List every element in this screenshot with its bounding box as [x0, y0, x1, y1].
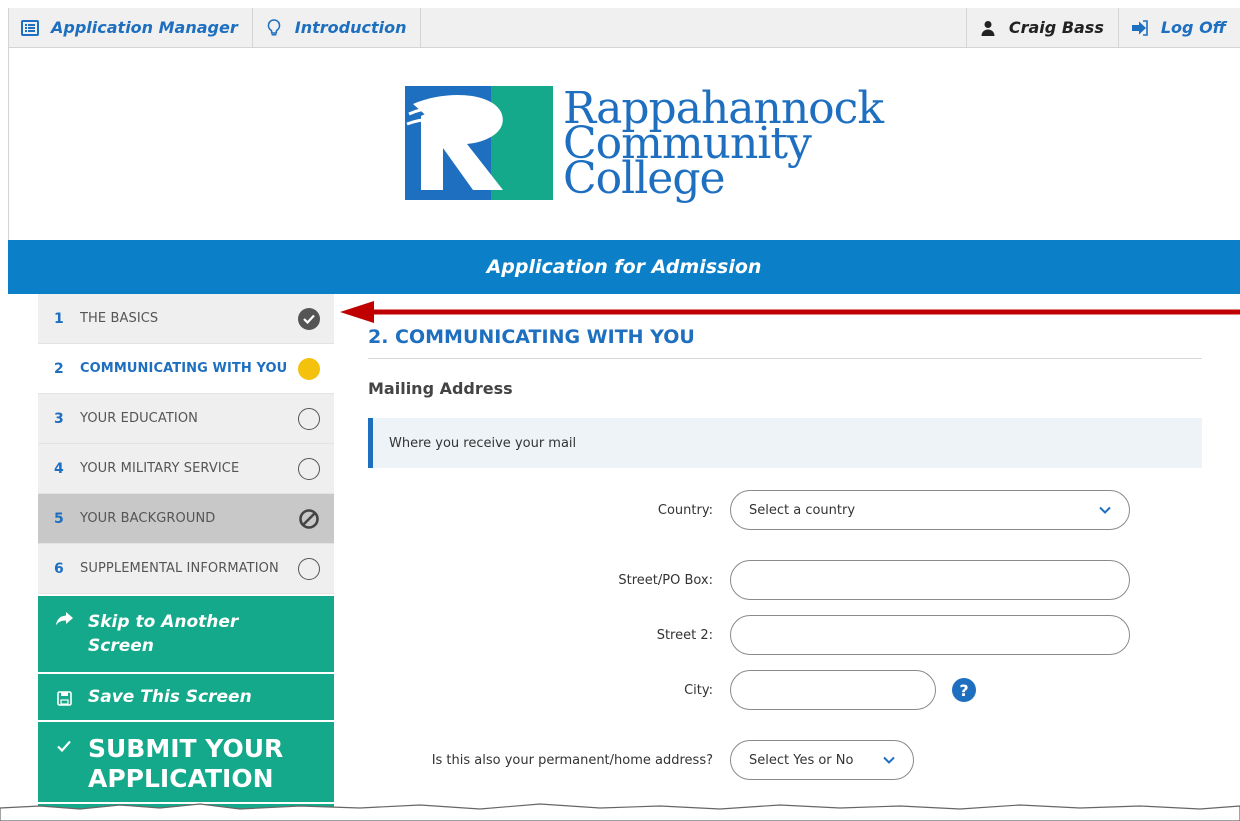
step-number: 1	[54, 310, 64, 327]
empty-circle-icon	[298, 407, 320, 430]
share-arrow-icon	[54, 610, 74, 626]
chevron-down-icon	[1099, 506, 1111, 514]
step-label: Your Education	[80, 411, 198, 426]
not-applicable-icon	[298, 508, 320, 530]
application-manager-label: Application Manager	[51, 18, 238, 37]
topbar-spacer	[421, 7, 967, 48]
submit-application-button[interactable]: Submit Your Application	[38, 720, 334, 802]
step-label: The Basics	[80, 311, 159, 326]
step-supplemental-information[interactable]: 6 Supplemental Information	[38, 544, 334, 594]
submit-label: Submit Your Application	[88, 734, 284, 793]
user-icon	[979, 19, 997, 37]
step-number: 2	[54, 360, 64, 377]
permanent-address-label: Is this also your permanent/home address…	[431, 752, 713, 768]
step-label: Supplemental Information	[80, 561, 279, 576]
street2-input[interactable]	[730, 615, 1130, 655]
top-navigation-bar: Application Manager Introduction Craig B…	[8, 7, 1240, 48]
introduction-link[interactable]: Introduction	[253, 7, 422, 48]
step-number: 5	[54, 510, 64, 527]
street-input[interactable]	[730, 560, 1130, 600]
country-selected-value: Select a country	[749, 502, 856, 518]
info-note-text: Where you receive your mail	[389, 435, 577, 451]
save-label: Save This Screen	[88, 687, 252, 707]
empty-circle-icon	[298, 457, 320, 480]
street2-label: Street 2:	[656, 627, 713, 643]
empty-circle-icon	[298, 557, 320, 580]
floppy-disk-icon	[54, 689, 74, 706]
permanent-address-selected-value: Select Yes or No	[749, 752, 854, 768]
save-this-screen-button[interactable]: Save This Screen	[38, 672, 334, 720]
chevron-down-icon	[883, 756, 895, 764]
college-logo: Rappahannock Community College	[405, 86, 884, 204]
step-your-education[interactable]: 3 Your Education	[38, 394, 334, 444]
country-label: Country:	[657, 502, 713, 518]
help-question-icon[interactable]: ?	[952, 678, 976, 702]
introduction-label: Introduction	[294, 18, 407, 37]
logo-wordmark: Rappahannock Community College	[563, 86, 884, 204]
annotation-arrow-icon	[340, 301, 1240, 323]
step-number: 3	[54, 410, 64, 427]
header: Rappahannock Community College	[8, 48, 1240, 240]
step-label: Communicating With You	[80, 361, 288, 376]
sign-out-icon	[1131, 19, 1149, 37]
info-note: Where you receive your mail	[368, 418, 1202, 468]
page-title-banner: Application for Admission	[8, 240, 1240, 294]
page-title: Application for Admission	[486, 256, 762, 278]
lightbulb-icon	[265, 18, 283, 37]
section-title: 2. COMMUNICATING WITH YOU	[368, 326, 1202, 359]
step-number: 6	[54, 560, 64, 577]
user-menu[interactable]: Craig Bass	[967, 7, 1119, 48]
step-label: Your Military Service	[80, 461, 240, 476]
street-row: Street/PO Box:	[368, 560, 1130, 600]
mailing-address-heading: Mailing Address	[368, 379, 513, 398]
log-off-link[interactable]: Log Off	[1119, 8, 1240, 48]
city-row: City: ?	[368, 670, 976, 710]
logo-mark-icon	[405, 86, 553, 200]
log-off-label: Log Off	[1160, 18, 1226, 37]
torn-edge-decoration	[0, 803, 1240, 821]
active-step-pointer	[334, 344, 346, 394]
permanent-address-row: Is this also your permanent/home address…	[368, 740, 914, 780]
logo-line-3: College	[563, 152, 726, 204]
step-the-basics[interactable]: 1 The Basics	[38, 294, 334, 344]
country-row: Country: Select a country	[368, 490, 1130, 530]
check-circle-icon	[298, 307, 320, 330]
step-communicating-with-you[interactable]: 2 Communicating With You	[38, 344, 346, 394]
application-manager-link[interactable]: Application Manager	[9, 7, 253, 48]
street2-row: Street 2:	[368, 615, 1130, 655]
list-icon	[21, 19, 39, 37]
skip-to-another-screen-button[interactable]: Skip to Another Screen	[38, 594, 334, 672]
current-step-dot-icon	[298, 357, 320, 380]
permanent-address-select[interactable]: Select Yes or No	[730, 740, 914, 780]
step-your-background: 5 Your Background	[38, 494, 334, 544]
checkmark-icon	[54, 734, 74, 752]
country-select[interactable]: Select a country	[730, 490, 1130, 530]
step-number: 4	[54, 460, 64, 477]
street-label: Street/PO Box:	[618, 572, 713, 588]
city-input[interactable]	[730, 670, 936, 710]
city-label: City:	[684, 682, 713, 698]
skip-label: Skip to Another Screen	[88, 612, 239, 656]
step-your-military-service[interactable]: 4 Your Military Service	[38, 444, 334, 494]
step-label: Your Background	[80, 511, 216, 526]
user-name: Craig Bass	[1008, 18, 1104, 37]
step-sidebar: 1 The Basics 2 Communicating With You 3 …	[38, 294, 346, 821]
